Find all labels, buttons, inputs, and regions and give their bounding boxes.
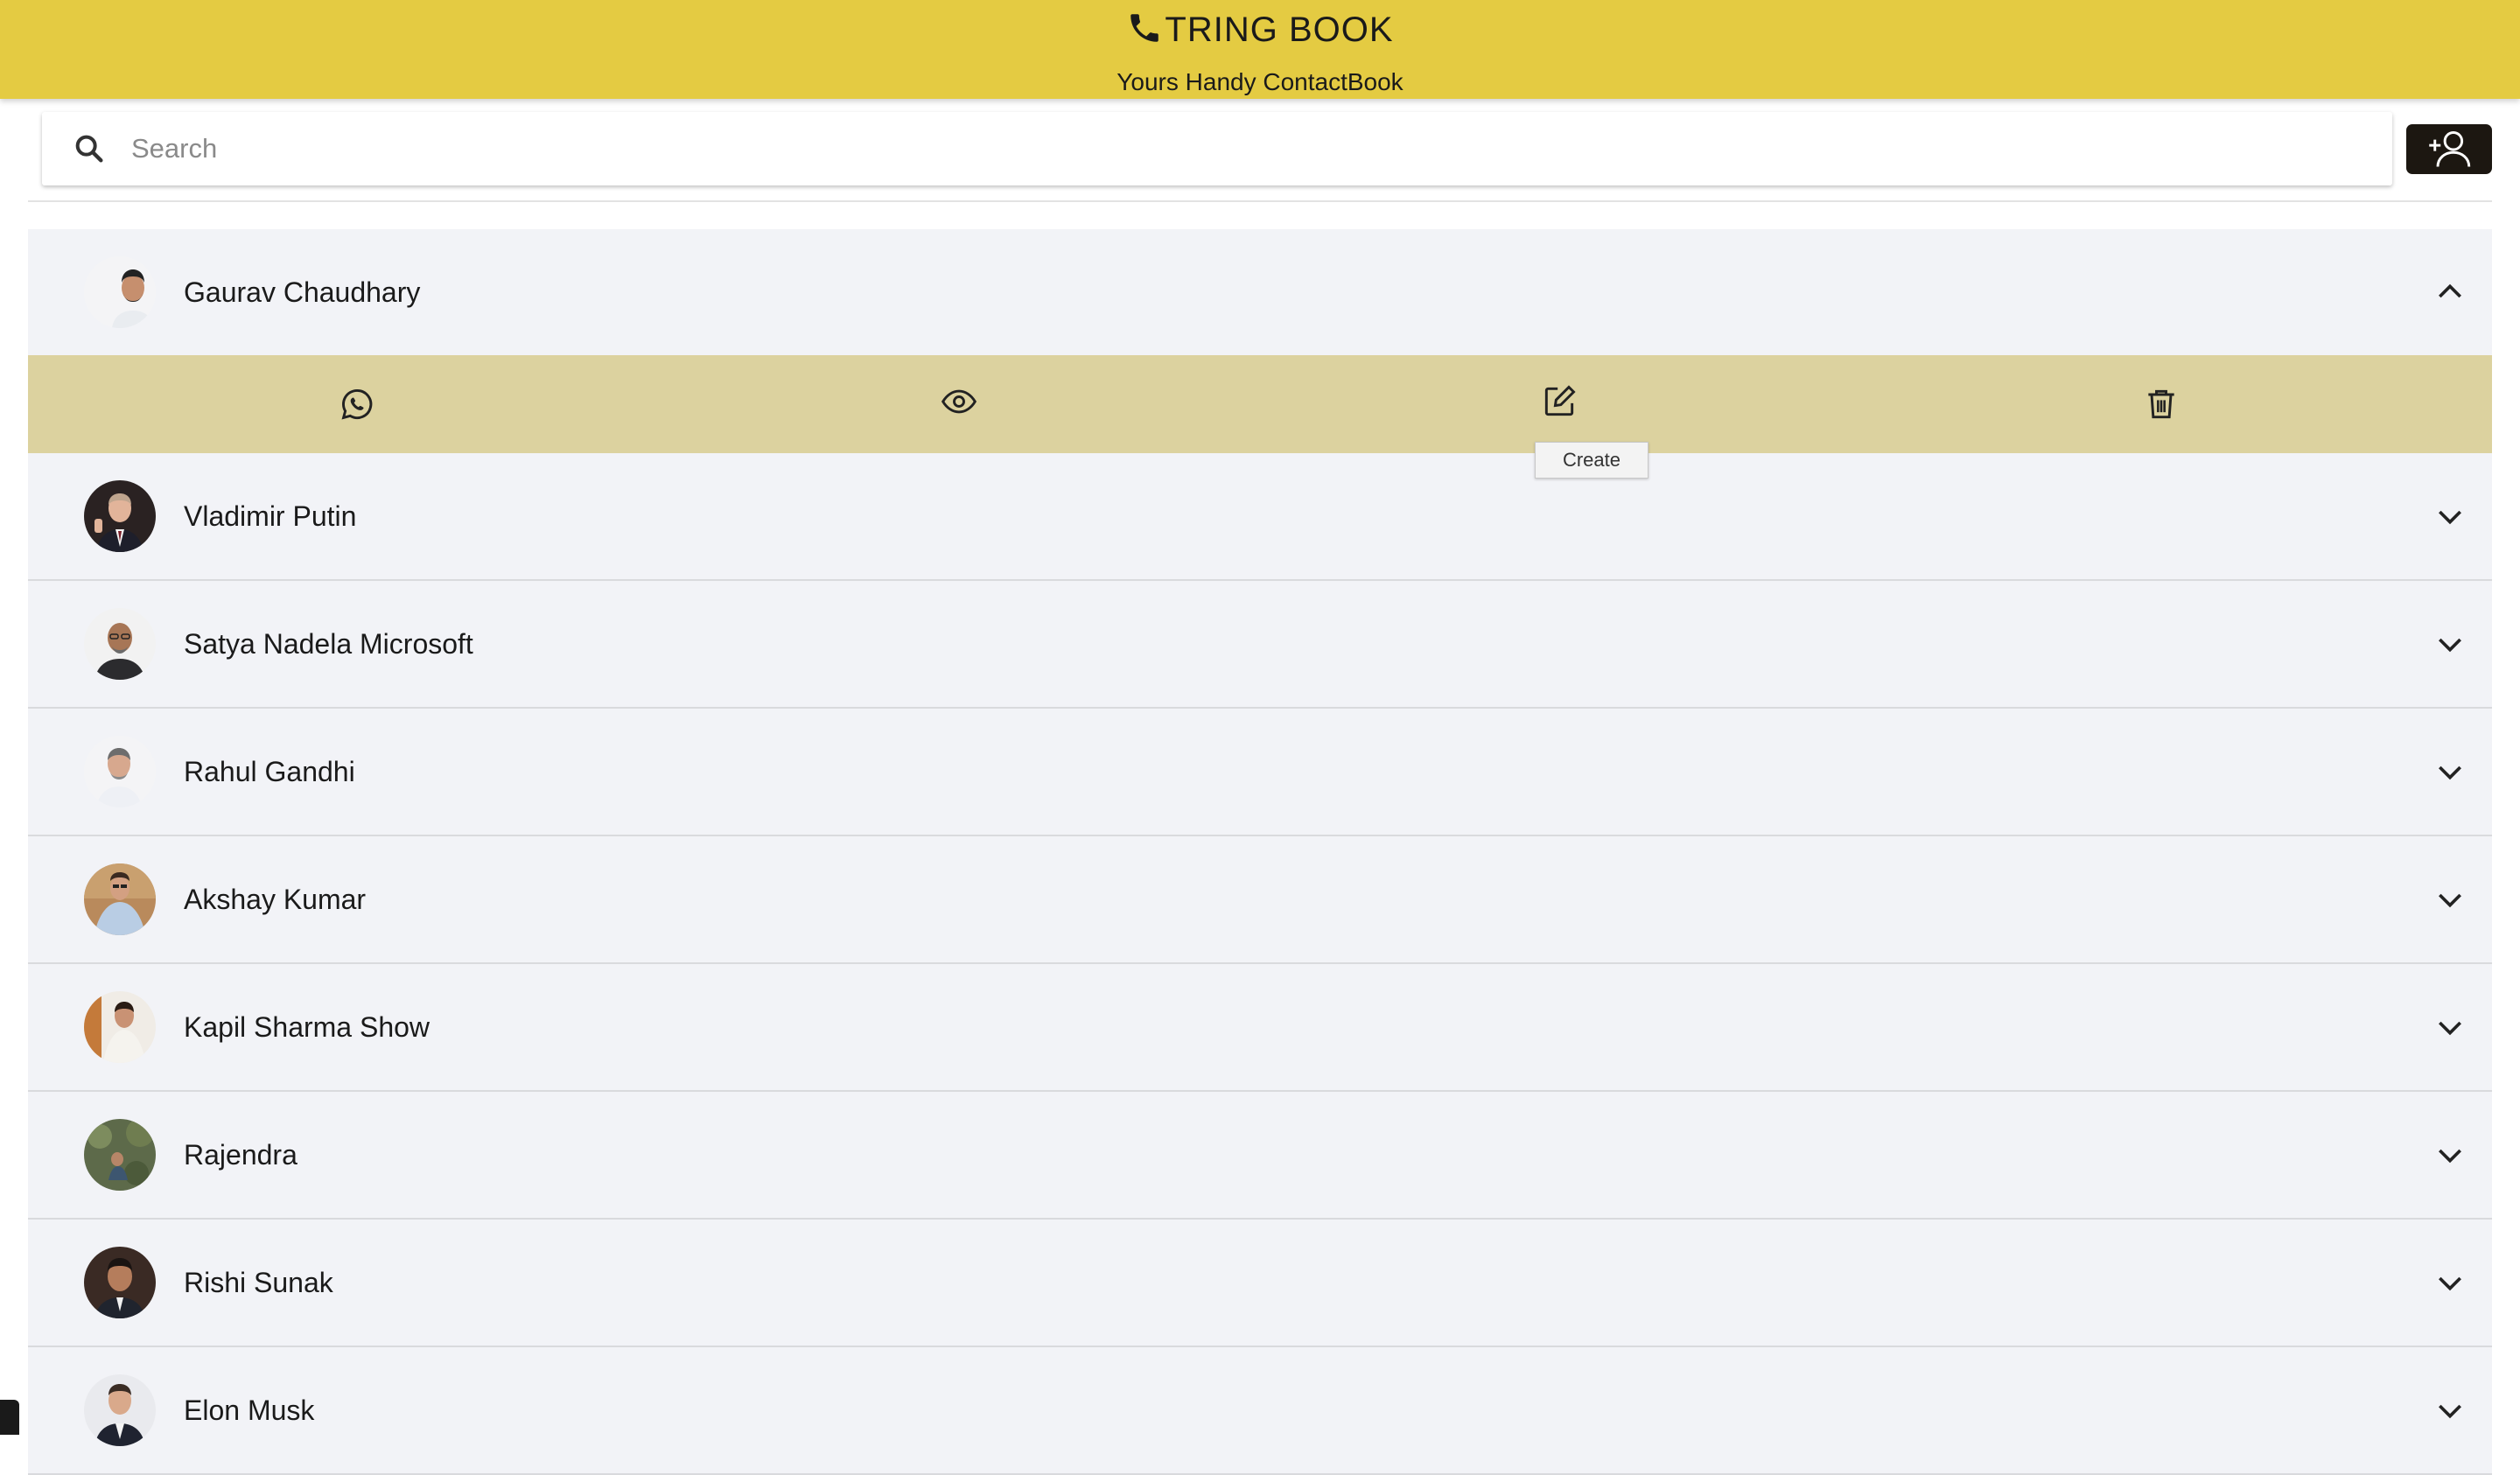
contact-row[interactable]: Vladimir Putin	[28, 453, 2492, 581]
chevron-down-icon[interactable]	[2432, 754, 2468, 789]
avatar	[84, 256, 156, 328]
avatar	[84, 480, 156, 552]
app-title-text: TRING BOOK	[1165, 10, 1394, 49]
contact-row[interactable]: Satya Nadela Microsoft	[28, 581, 2492, 709]
chevron-down-icon[interactable]	[2432, 1393, 2468, 1428]
contact-row[interactable]: Akshay Kumar	[28, 836, 2492, 964]
divider	[28, 200, 2492, 202]
chevron-down-icon[interactable]	[2432, 1137, 2468, 1172]
delete-button[interactable]	[2126, 355, 2196, 453]
whatsapp-icon	[341, 388, 373, 420]
eye-icon	[941, 389, 977, 414]
app-header: TRING BOOK Yours Handy ContactBook	[0, 0, 2520, 99]
chevron-down-icon[interactable]	[2432, 499, 2468, 534]
contact-row[interactable]: Rajendra	[28, 1092, 2492, 1220]
avatar	[84, 608, 156, 680]
contact-row[interactable]: Elon Musk	[28, 1347, 2492, 1475]
avatar	[84, 863, 156, 935]
contact-name: Elon Musk	[184, 1394, 315, 1426]
app-subtitle: Yours Handy ContactBook	[1116, 68, 1404, 95]
avatar	[84, 991, 156, 1063]
whatsapp-button[interactable]	[322, 355, 392, 453]
avatar	[84, 1374, 156, 1446]
contact-name: Rajendra	[184, 1138, 298, 1171]
trash-icon	[2148, 389, 2174, 419]
contact-name: Vladimir Putin	[184, 500, 357, 532]
chevron-down-icon[interactable]	[2432, 626, 2468, 661]
add-contact-button[interactable]	[2406, 124, 2492, 174]
edit-icon	[1544, 385, 1576, 416]
avatar	[84, 736, 156, 807]
contact-name: Satya Nadela Microsoft	[184, 627, 473, 660]
corner-tab[interactable]	[0, 1400, 19, 1435]
search-input[interactable]	[131, 133, 2319, 164]
add-user-icon	[2429, 130, 2471, 167]
app-title: TRING BOOK	[0, 10, 2520, 50]
contact-name: Rishi Sunak	[184, 1266, 333, 1298]
chevron-up-icon[interactable]	[2432, 275, 2468, 310]
avatar	[84, 1247, 156, 1318]
avatar	[84, 1119, 156, 1191]
contact-name: Gaurav Chaudhary	[184, 276, 421, 308]
search-icon	[75, 135, 103, 163]
chevron-down-icon[interactable]	[2432, 1010, 2468, 1045]
contact-name: Akshay Kumar	[184, 883, 367, 915]
contact-row[interactable]: Gaurav Chaudhary	[28, 229, 2492, 355]
search-bar	[42, 112, 2392, 185]
tooltip: Create	[1535, 442, 1648, 479]
contact-row[interactable]: Kapil Sharma Show	[28, 964, 2492, 1092]
edit-button[interactable]	[1524, 355, 1594, 453]
view-button[interactable]	[924, 355, 994, 453]
chevron-down-icon[interactable]	[2432, 882, 2468, 917]
phone-icon	[1130, 13, 1159, 42]
contact-row[interactable]: Rishi Sunak	[28, 1220, 2492, 1347]
contact-actions-bar	[28, 355, 2492, 453]
chevron-down-icon[interactable]	[2432, 1265, 2468, 1300]
contact-name: Kapil Sharma Show	[184, 1010, 430, 1043]
contact-name: Rahul Gandhi	[184, 755, 355, 787]
contact-list: Gaurav Chaudhary Vladimir Putin Satya Na…	[28, 229, 2492, 1475]
contact-row[interactable]: Rahul Gandhi	[28, 709, 2492, 836]
